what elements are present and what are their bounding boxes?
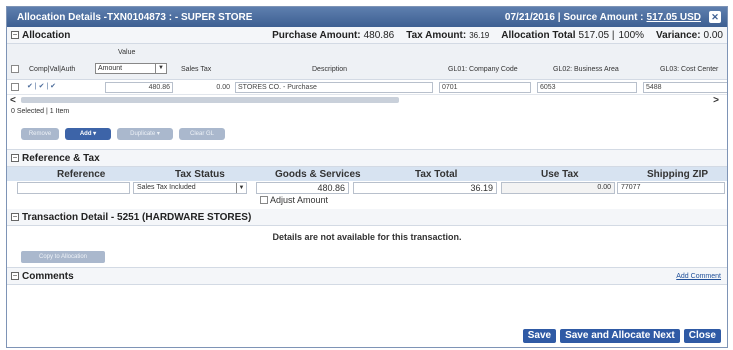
tax-amount-label: Tax Amount: — [406, 29, 467, 41]
clear-gl-button[interactable]: Clear GL — [179, 128, 225, 140]
window-title: Allocation Details -TXN0104873 : - SUPER… — [17, 11, 253, 23]
comments-section-header[interactable]: − Comments Add Comment — [7, 268, 727, 285]
row-gl02-input[interactable]: 6053 — [537, 82, 637, 93]
shipping-zip-input[interactable]: 77077 — [617, 182, 725, 194]
collapse-icon[interactable]: − — [11, 31, 19, 39]
allocation-section-header[interactable]: − Allocation Purchase Amount: 480.86 Tax… — [7, 27, 727, 44]
transaction-detail-title: Transaction Detail - 5251 (HARDWARE STOR… — [22, 211, 252, 223]
allocation-grid-header: Value Comp|Val|Auth Amount ▼ Sales Tax D… — [7, 44, 727, 80]
reference-tax-header: Reference Tax Status Goods & Services Ta… — [7, 167, 727, 181]
add-comment-link[interactable]: Add Comment — [676, 273, 721, 280]
adjust-amount-label: Adjust Amount — [270, 195, 329, 205]
scroll-thumb[interactable] — [21, 97, 399, 103]
goods-services-input[interactable]: 480.86 — [256, 182, 349, 194]
allocation-percent: 100% — [618, 29, 645, 41]
horizontal-scrollbar[interactable]: < > — [7, 95, 727, 106]
use-tax-header: Use Tax — [541, 169, 579, 180]
gl03-header: GL03: Cost Center — [660, 66, 719, 73]
tax-status-value: Sales Tax Included — [137, 184, 196, 191]
scroll-left-icon[interactable]: < — [10, 95, 16, 106]
purchase-amount-label: Purchase Amount: — [272, 29, 361, 41]
chevron-down-icon: ▼ — [236, 183, 246, 193]
tax-status-select[interactable]: Sales Tax Included ▼ — [133, 182, 247, 194]
table-row: ✔ | ✔ | ✔ 480.86 0.00 STORES CO. - Purch… — [7, 80, 727, 95]
sales-tax-header: Sales Tax — [181, 66, 212, 73]
reference-input[interactable] — [17, 182, 130, 194]
collapse-icon[interactable]: − — [11, 154, 19, 162]
allocation-title: Allocation — [22, 29, 71, 41]
chevron-down-icon: ▼ — [155, 64, 166, 73]
row-gl03-input[interactable]: 5488 — [643, 82, 727, 93]
tax-total-input[interactable]: 36.19 — [353, 182, 497, 194]
purchase-amount-value: 480.86 — [363, 29, 395, 41]
use-tax-value: 0.00 — [501, 182, 615, 194]
value-type-selected: Amount — [98, 65, 123, 72]
goods-services-header: Goods & Services — [275, 169, 361, 180]
row-sales-tax: 0.00 — [216, 84, 230, 91]
selection-info: 0 Selected | 1 Item — [11, 108, 70, 115]
adjust-amount-box[interactable] — [260, 196, 268, 204]
window-titlebar: Allocation Details -TXN0104873 : - SUPER… — [7, 7, 727, 27]
allocation-summary: Purchase Amount: 480.86 Tax Amount: 36.1… — [260, 30, 727, 41]
row-checkbox[interactable] — [11, 83, 19, 91]
save-and-allocate-next-button[interactable]: Save and Allocate Next — [560, 329, 680, 343]
gl01-header: GL01: Company Code — [448, 66, 518, 73]
comp-val-auth-header: Comp|Val|Auth — [29, 66, 76, 73]
collapse-icon[interactable]: − — [11, 213, 19, 221]
no-details-message: Details are not available for this trans… — [272, 232, 462, 242]
duplicate-button[interactable]: Duplicate ▾ — [117, 128, 173, 140]
description-header: Description — [312, 66, 348, 73]
remove-button[interactable]: Remove — [21, 128, 59, 140]
comp-val-auth-checks: ✔ | ✔ | ✔ — [27, 83, 57, 90]
value-column-label: Value — [118, 49, 136, 56]
source-amount-link[interactable]: 517.05 USD — [647, 12, 701, 23]
row-value-input[interactable]: 480.86 — [105, 82, 173, 93]
collapse-icon[interactable]: − — [11, 272, 19, 280]
row-gl01-input[interactable]: 0701 — [439, 82, 531, 93]
select-all-checkbox[interactable] — [11, 65, 19, 75]
header-date-source: 07/21/2016 | Source Amount : — [504, 11, 644, 23]
dialog-footer: Save Save and Allocate Next Close — [7, 325, 727, 347]
allocation-actions: Remove Add ▾ Duplicate ▾ Clear GL — [7, 117, 727, 150]
adjust-amount-checkbox[interactable]: Adjust Amount — [260, 195, 328, 205]
header-info: 07/21/2016 | Source Amount : 517.05 USD … — [505, 11, 721, 23]
row-description-input[interactable]: STORES CO. - Purchase — [235, 82, 433, 93]
gl02-header: GL02: Business Area — [553, 66, 619, 73]
tax-status-header: Tax Status — [175, 169, 225, 180]
reference-tax-row: Sales Tax Included ▼ 480.86 36.19 0.00 7… — [7, 181, 727, 209]
allocation-total-label: Allocation Total — [501, 29, 576, 41]
copy-to-allocation-button[interactable]: Copy to Allocation — [21, 251, 105, 263]
scroll-right-icon[interactable]: > — [713, 95, 719, 106]
variance-value: 0.00 — [703, 29, 723, 41]
tax-amount-value: 36.19 — [469, 30, 490, 40]
value-type-select[interactable]: Amount ▼ — [95, 63, 167, 74]
transaction-detail-section-header[interactable]: − Transaction Detail - 5251 (HARDWARE ST… — [7, 209, 727, 226]
allocation-total-value: 517.05 | — [578, 29, 615, 41]
comments-title: Comments — [22, 270, 74, 282]
save-button[interactable]: Save — [522, 329, 557, 343]
allocation-details-window: Allocation Details -TXN0104873 : - SUPER… — [6, 6, 728, 348]
transaction-detail-body: Details are not available for this trans… — [7, 226, 727, 268]
tax-total-header: Tax Total — [415, 169, 458, 180]
reference-tax-section-header[interactable]: − Reference & Tax — [7, 150, 727, 167]
reference-tax-title: Reference & Tax — [22, 152, 100, 164]
add-button[interactable]: Add ▾ — [65, 128, 111, 140]
shipping-zip-header: Shipping ZIP — [647, 169, 709, 180]
close-button[interactable]: Close — [683, 329, 721, 343]
close-icon[interactable]: ✕ — [709, 11, 721, 23]
reference-header: Reference — [57, 169, 106, 180]
variance-label: Variance: — [656, 29, 701, 41]
